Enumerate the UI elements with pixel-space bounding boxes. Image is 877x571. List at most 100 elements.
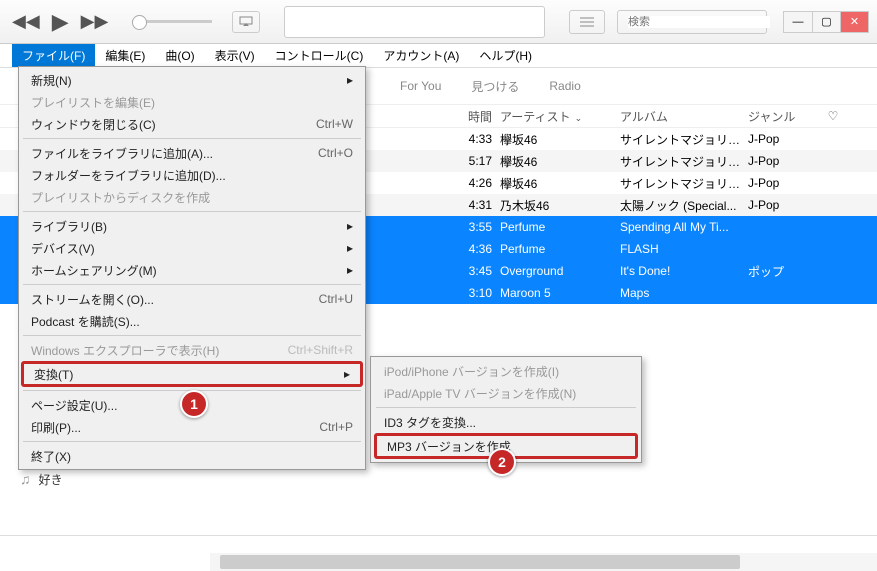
menu-ファイル[interactable]: ファイル(F) [12,44,95,67]
now-playing-panel [284,6,545,38]
menu-item[interactable]: ホームシェアリング(M) ▸ [21,259,363,281]
cell-artist: 乃木坂46 [500,197,620,214]
annotation-badge-1: 1 [180,390,208,418]
cell-album: サイレントマジョリティ... [620,131,748,148]
cell-artist: Maroon 5 [500,286,620,300]
search-box[interactable] [617,10,767,34]
submenu-arrow-icon: ▸ [347,241,353,255]
menu-コントロール[interactable]: コントロール(C) [265,44,374,67]
menu-表示[interactable]: 表示(V) [205,44,265,67]
play-button[interactable]: ▶ [48,5,73,39]
menu-shortcut: Ctrl+U [319,292,353,306]
menu-item[interactable]: 変換(T)▸ [21,361,363,387]
header-genre[interactable]: ジャンル [748,108,818,125]
menu-item-label: プレイリストを編集(E) [31,94,155,111]
cell-album: 太陽ノック (Special... [620,197,748,214]
list-view-button[interactable] [569,10,605,34]
cell-artist: 欅坂46 [500,131,620,148]
cell-artist: 欅坂46 [500,175,620,192]
menu-item-label: 印刷(P)... [31,419,81,436]
search-input[interactable] [628,16,770,28]
prev-button[interactable]: ◀◀ [8,7,44,36]
annotation-badge-2: 2 [488,448,516,476]
submenu-arrow-icon: ▸ [347,219,353,233]
menu-item-label: フォルダーをライブラリに追加(D)... [31,167,226,184]
menu-item-label: 新規(N) [31,72,72,89]
menu-item[interactable]: デバイス(V) ▸ [21,237,363,259]
menu-separator [23,284,361,285]
menu-item[interactable]: Podcast を購読(S)... [21,310,363,332]
next-button[interactable]: ▶▶ [77,7,113,36]
menu-separator [23,211,361,212]
cell-album: Spending All My Ti... [620,220,748,234]
header-artist[interactable]: アーティスト⌄ [500,108,620,125]
cell-genre: J-Pop [748,176,818,190]
menu-item-label: デバイス(V) [31,240,95,257]
header-album[interactable]: アルバム [620,108,748,125]
menu-shortcut: Ctrl+O [318,146,353,160]
tab-radio[interactable]: Radio [549,79,580,93]
cell-artist: 欅坂46 [500,153,620,170]
menu-item-label: Windows エクスプローラで表示(H) [31,342,219,359]
cell-album: サイレントマジョリティ... [620,175,748,192]
bottom-divider [0,535,877,553]
list-icon [580,17,594,27]
cell-album: サイレントマジョリティ... [620,153,748,170]
menu-編集[interactable]: 編集(E) [95,44,155,67]
cell-album: FLASH [620,242,748,256]
menu-shortcut: Ctrl+P [319,420,353,434]
minimize-button[interactable]: ― [784,12,812,32]
maximize-button[interactable]: ▢ [812,12,840,32]
menu-item: Windows エクスプローラで表示(H)Ctrl+Shift+R [21,339,363,361]
menu-item[interactable]: ストリームを開く(O)... Ctrl+U [21,288,363,310]
menu-item: プレイリストを編集(E) [21,91,363,113]
menu-item-label: ホームシェアリング(M) [31,262,157,279]
menu-item[interactable]: ウィンドウを閉じる(C) Ctrl+W [21,113,363,135]
menu-item-label: ID3 タグを変換... [384,414,476,431]
submenu-arrow-icon: ▸ [347,73,353,87]
menu-item[interactable]: 印刷(P)... Ctrl+P [21,416,363,438]
menu-item-label: 終了(X) [31,448,71,465]
menu-曲[interactable]: 曲(O) [155,44,204,67]
menu-item[interactable]: ファイルをライブラリに追加(A)...Ctrl+O [21,142,363,164]
menu-item[interactable]: フォルダーをライブラリに追加(D)... [21,164,363,186]
menu-separator [376,407,636,408]
close-button[interactable]: ✕ [840,12,868,32]
cell-genre: J-Pop [748,198,818,212]
tab-見つける[interactable]: 見つける [471,78,519,95]
submenu-arrow-icon: ▸ [347,263,353,277]
menu-ヘルプ[interactable]: ヘルプ(H) [469,44,542,67]
menu-item-label: Podcast を購読(S)... [31,313,140,330]
playlist-label: 好き [39,471,63,488]
menu-item[interactable]: 終了(X) [21,445,363,467]
menu-item-label: ページ設定(U)... [31,397,117,414]
airplay-icon [239,16,253,28]
menu-item[interactable]: ID3 タグを変換... [374,411,638,433]
menu-item-label: 変換(T) [34,366,73,383]
cell-genre: J-Pop [748,132,818,146]
menu-item[interactable]: ライブラリ(B) ▸ [21,215,363,237]
menu-item-label: iPod/iPhone バージョンを作成(I) [384,363,559,380]
window-controls: ― ▢ ✕ [783,11,869,33]
cell-artist: Perfume [500,242,620,256]
menu-アカウント[interactable]: アカウント(A) [373,44,469,67]
scrollbar-thumb[interactable] [220,555,740,569]
airplay-button[interactable] [232,11,260,33]
sort-indicator-icon: ⌄ [575,113,583,123]
menu-item-label: ウィンドウを閉じる(C) [31,116,156,133]
cell-genre: J-Pop [748,154,818,168]
menu-item[interactable]: 新規(N) ▸ [21,69,363,91]
playlist-item[interactable]: ♫好き [0,468,200,490]
horizontal-scrollbar[interactable] [210,553,877,571]
volume-slider[interactable] [132,20,212,23]
convert-submenu: iPod/iPhone バージョンを作成(I)iPad/Apple TV バージ… [370,356,642,463]
menu-item-label: ライブラリ(B) [31,218,107,235]
cell-artist: Perfume [500,220,620,234]
header-love[interactable]: ♡ [818,109,848,123]
menu-separator [23,441,361,442]
menu-item-label: プレイリストからディスクを作成 [31,189,210,206]
menubar: ファイル(F)編集(E)曲(O)表示(V)コントロール(C)アカウント(A)ヘル… [0,44,877,68]
tab-for-you[interactable]: For You [400,79,441,93]
menu-item-label: ストリームを開く(O)... [31,291,154,308]
menu-shortcut: Ctrl+W [316,117,353,131]
